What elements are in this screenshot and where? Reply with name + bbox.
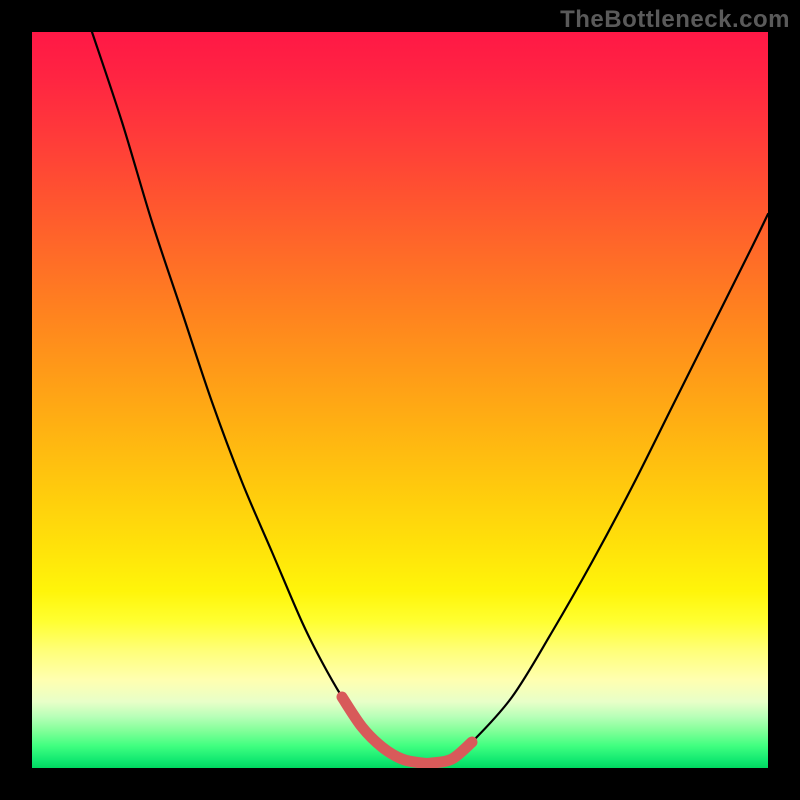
bottleneck-curve bbox=[92, 32, 768, 764]
chart-svg bbox=[32, 32, 768, 768]
watermark: TheBottleneck.com bbox=[560, 6, 790, 34]
highlight-segment bbox=[342, 697, 472, 764]
chart-frame: TheBottleneck.com bbox=[0, 0, 800, 800]
